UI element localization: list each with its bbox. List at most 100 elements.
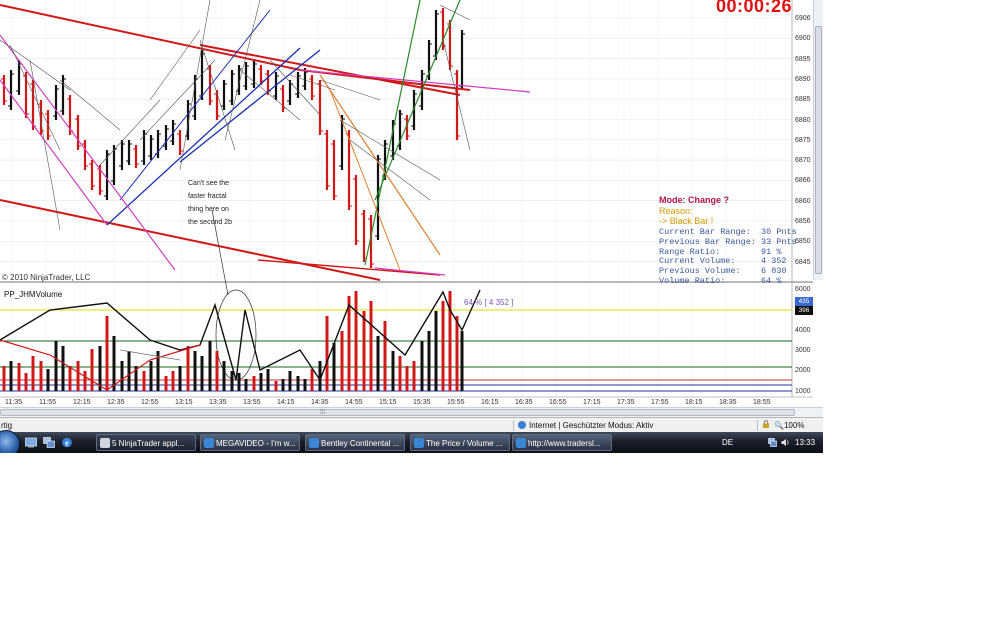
price-tick: 6875 — [795, 136, 811, 144]
stat-value: 64 % — [761, 275, 782, 286]
reason-label: Reason: — [659, 206, 693, 216]
lock-icon — [763, 420, 769, 428]
vertical-scroll-thumb[interactable] — [815, 26, 822, 274]
taskbar-item[interactable]: 5 NinjaTrader appl... — [96, 434, 196, 451]
time-tick: 16:15 — [481, 399, 499, 406]
status-separator — [513, 420, 514, 431]
network-icon[interactable] — [768, 438, 777, 447]
time-tick: 15:35 — [413, 399, 431, 406]
info-panel: Mode: Change ? Reason: -> Black Bar ! Cu… — [659, 195, 797, 287]
fractal-line — [374, 267, 446, 276]
price-tick: 6870 — [795, 157, 811, 165]
stat-value: 6 830 — [761, 266, 787, 277]
time-tick: 13:55 — [243, 399, 261, 406]
volume-tag-top: 435 — [795, 297, 813, 306]
ie-icon — [414, 438, 424, 448]
zoom-control[interactable]: 🔍100% — [774, 421, 804, 430]
taskbar-item[interactable]: MEGAVIDEO - I'm w... — [200, 434, 300, 451]
time-tick: 12:55 — [141, 399, 159, 406]
volume-tick: 2000 — [795, 367, 811, 375]
stat-value: 30 Pnts — [761, 227, 797, 237]
fractal-line — [299, 69, 531, 93]
ie-icon[interactable]: e — [61, 437, 73, 448]
annotation-line: faster fractal — [188, 193, 227, 200]
stat-label: Previous Volume: — [659, 266, 762, 277]
taskbar-item[interactable]: http://www.tradersl... — [512, 434, 612, 451]
show-desktop-icon[interactable] — [25, 437, 37, 448]
zoom-level: 100% — [783, 421, 805, 430]
time-tick: 13:35 — [209, 399, 227, 406]
time-tick: 12:15 — [73, 399, 91, 406]
price-tick: 6885 — [795, 96, 811, 104]
volume-tick: 4000 — [795, 326, 811, 334]
time-tick: 17:55 — [651, 399, 669, 406]
price-tick: 6850 — [795, 238, 811, 246]
fractal-line — [339, 119, 441, 181]
stat-row: Volume Ratio: 64 % — [659, 275, 797, 287]
annotation-line: the second 2b — [188, 219, 232, 226]
chart-annotation: Can't see the faster fractal thing here … — [188, 177, 238, 229]
price-tick: 6880 — [795, 116, 811, 124]
stat-value: 33 Pnts — [761, 236, 797, 247]
taskbar-item[interactable]: The Price / Volume ... — [410, 434, 510, 451]
status-separator — [757, 420, 758, 431]
stats-list: Current Bar Range: 30 Pnts Previous Bar R… — [659, 227, 797, 287]
volume-tick: 6000 — [795, 286, 811, 293]
taskbar-item-label: The Price / Volume ... — [426, 439, 503, 448]
stat-value: 91 % — [761, 246, 782, 257]
volume-tick: 1000 — [795, 387, 811, 395]
price-tick: 6866 — [795, 177, 811, 185]
clock[interactable]: 13:33 — [795, 438, 815, 447]
magnifier-icon: 🔍 — [774, 421, 784, 430]
grip-icon: ⁞⁞⁞ — [320, 410, 326, 416]
time-tick: 14:55 — [345, 399, 363, 406]
volume-ratio-label: 64 % [ 4 352 ] — [464, 298, 514, 307]
ie-icon — [204, 438, 214, 448]
reason-value: -> Black Bar ! — [659, 216, 714, 226]
security-zone[interactable]: Internet | Geschützter Modus: Aktiv — [518, 421, 653, 430]
svg-text:e: e — [65, 439, 69, 448]
taskbar-item-label: http://www.tradersl... — [528, 439, 601, 448]
zone-label: Internet | Geschützter Modus: Aktiv — [529, 421, 654, 430]
fractal-line — [319, 79, 381, 101]
volume-icon[interactable] — [781, 438, 790, 447]
volume-tag-bottom: 396 — [795, 306, 813, 315]
time-tick: 17:15 — [583, 399, 601, 406]
stat-label: Current Volume: — [659, 256, 762, 267]
time-tick: 17:35 — [617, 399, 635, 406]
price-tick: 6845 — [795, 258, 811, 266]
horizontal-scroll-thumb[interactable] — [0, 409, 795, 416]
price-tick: 6890 — [795, 75, 811, 83]
trend-line — [0, 4, 301, 71]
price-tick: 6906 — [795, 15, 811, 22]
globe-icon — [518, 421, 526, 429]
fractal-line — [349, 139, 431, 201]
annotation-line: Can't see the — [188, 180, 230, 187]
mode-label: Mode: Change ? — [659, 195, 729, 205]
time-tick: 13:15 — [175, 399, 193, 406]
time-tick: 11:55 — [39, 399, 56, 406]
taskbar-item-label: 5 NinjaTrader appl... — [112, 439, 185, 448]
language-indicator[interactable]: DE — [722, 438, 733, 447]
fractal-line — [0, 34, 176, 271]
start-button[interactable] — [0, 430, 20, 453]
time-tick: 11:35 — [5, 399, 22, 406]
vertical-scrollbar[interactable] — [813, 0, 823, 280]
stat-label: Range Ratio: — [659, 246, 762, 257]
volume-tick: 3000 — [795, 346, 811, 354]
time-tick: 18:35 — [719, 399, 737, 406]
switch-windows-icon[interactable] — [43, 437, 55, 448]
fractal-line — [199, 39, 236, 151]
time-tick: 18:55 — [753, 399, 771, 406]
ninjatrader-icon — [100, 438, 110, 448]
time-tick: 16:35 — [515, 399, 533, 406]
time-tick: 12:35 — [107, 399, 125, 406]
taskbar-item[interactable]: Bentley Continental ... — [305, 434, 405, 451]
stat-label: Volume Ratio: — [659, 275, 762, 286]
copyright-text: © 2010 NinjaTrader, LLC — [2, 273, 91, 282]
stat-value: 4 352 — [761, 256, 787, 267]
price-tick: 6895 — [795, 55, 811, 63]
taskbar-item-label: Bentley Continental ... — [321, 439, 400, 448]
price-tick: 6860 — [795, 197, 811, 205]
time-tick: 18:15 — [685, 399, 703, 406]
